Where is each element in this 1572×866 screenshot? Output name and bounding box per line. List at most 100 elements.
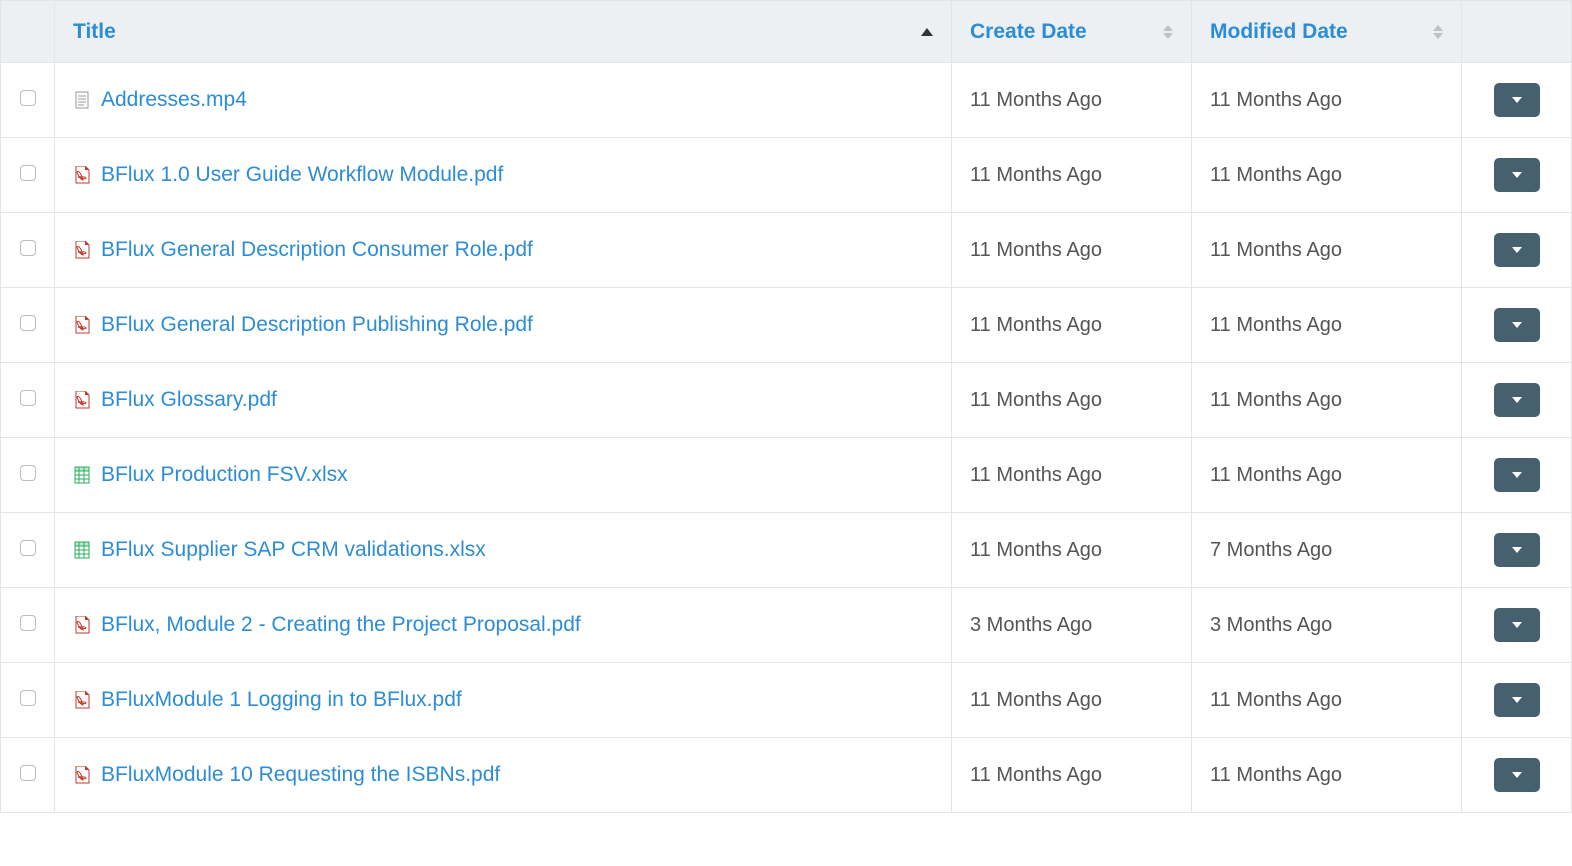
row-checkbox[interactable]: [20, 390, 36, 406]
table-row: BFlux Glossary.pdf11 Months Ago11 Months…: [1, 363, 1572, 438]
row-title-cell: BFlux, Module 2 - Creating the Project P…: [55, 588, 952, 663]
table-row: BFlux, Module 2 - Creating the Project P…: [1, 588, 1572, 663]
row-checkbox-cell: [1, 738, 55, 813]
header-create-date[interactable]: Create Date: [952, 1, 1192, 63]
row-create-date: 11 Months Ago: [952, 363, 1192, 438]
row-actions-cell: [1462, 213, 1572, 288]
file-title-link[interactable]: BFluxModule 10 Requesting the ISBNs.pdf: [101, 763, 500, 787]
row-create-date: 11 Months Ago: [952, 288, 1192, 363]
row-modified-date: 7 Months Ago: [1192, 513, 1462, 588]
header-title[interactable]: Title: [55, 1, 952, 63]
caret-down-icon: [1512, 247, 1522, 253]
row-checkbox[interactable]: [20, 90, 36, 106]
sort-inactive-icon: [1163, 25, 1173, 39]
row-actions-dropdown-button[interactable]: [1494, 158, 1540, 192]
row-modified-date: 11 Months Ago: [1192, 63, 1462, 138]
row-create-date: 11 Months Ago: [952, 438, 1192, 513]
row-actions-dropdown-button[interactable]: [1494, 383, 1540, 417]
row-checkbox-cell: [1, 438, 55, 513]
file-title-link[interactable]: BFlux General Description Publishing Rol…: [101, 313, 533, 337]
file-title-link[interactable]: BFlux Glossary.pdf: [101, 388, 277, 412]
row-checkbox-cell: [1, 288, 55, 363]
row-title-cell: BFlux Supplier SAP CRM validations.xlsx: [55, 513, 952, 588]
file-title-link[interactable]: BFlux, Module 2 - Creating the Project P…: [101, 613, 581, 637]
caret-down-icon: [1512, 97, 1522, 103]
row-checkbox[interactable]: [20, 540, 36, 556]
row-create-date: 11 Months Ago: [952, 663, 1192, 738]
sort-inactive-icon: [1433, 25, 1443, 39]
row-title-cell: BFlux General Description Publishing Rol…: [55, 288, 952, 363]
row-create-date: 3 Months Ago: [952, 588, 1192, 663]
row-actions-dropdown-button[interactable]: [1494, 233, 1540, 267]
xls-file-icon: [73, 465, 91, 485]
file-table-container: Title Create Date Modified Date: [0, 0, 1572, 813]
row-title-cell: BFlux Glossary.pdf: [55, 363, 952, 438]
row-actions-dropdown-button[interactable]: [1494, 83, 1540, 117]
caret-down-icon: [1512, 697, 1522, 703]
row-actions-dropdown-button[interactable]: [1494, 308, 1540, 342]
file-title-link[interactable]: BFluxModule 1 Logging in to BFlux.pdf: [101, 688, 462, 712]
caret-down-icon: [1512, 322, 1522, 328]
row-checkbox-cell: [1, 213, 55, 288]
row-checkbox-cell: [1, 513, 55, 588]
file-title-link[interactable]: BFlux Production FSV.xlsx: [101, 463, 348, 487]
file-table: Title Create Date Modified Date: [0, 0, 1572, 813]
table-row: BFluxModule 10 Requesting the ISBNs.pdf 1…: [1, 738, 1572, 813]
row-actions-cell: [1462, 513, 1572, 588]
row-checkbox[interactable]: [20, 765, 36, 781]
sort-ascending-icon: [921, 28, 933, 36]
row-checkbox[interactable]: [20, 315, 36, 331]
caret-down-icon: [1512, 472, 1522, 478]
row-title-cell: BFlux General Description Consumer Role.…: [55, 213, 952, 288]
row-actions-dropdown-button[interactable]: [1494, 608, 1540, 642]
row-actions-cell: [1462, 738, 1572, 813]
file-title-link[interactable]: BFlux General Description Consumer Role.…: [101, 238, 533, 262]
row-actions-dropdown-button[interactable]: [1494, 758, 1540, 792]
row-title-cell: BFluxModule 1 Logging in to BFlux.pdf: [55, 663, 952, 738]
row-create-date: 11 Months Ago: [952, 738, 1192, 813]
pdf-file-icon: [73, 240, 91, 260]
row-modified-date: 11 Months Ago: [1192, 288, 1462, 363]
pdf-file-icon: [73, 165, 91, 185]
caret-down-icon: [1512, 397, 1522, 403]
header-modified-date[interactable]: Modified Date: [1192, 1, 1462, 63]
table-row: BFlux General Description Publishing Rol…: [1, 288, 1572, 363]
row-actions-dropdown-button[interactable]: [1494, 533, 1540, 567]
row-create-date: 11 Months Ago: [952, 63, 1192, 138]
row-checkbox-cell: [1, 138, 55, 213]
table-row: BFlux General Description Consumer Role.…: [1, 213, 1572, 288]
header-checkbox-col: [1, 1, 55, 63]
row-checkbox-cell: [1, 63, 55, 138]
pdf-file-icon: [73, 315, 91, 335]
row-modified-date: 11 Months Ago: [1192, 663, 1462, 738]
row-modified-date: 11 Months Ago: [1192, 738, 1462, 813]
row-checkbox[interactable]: [20, 240, 36, 256]
row-actions-dropdown-button[interactable]: [1494, 683, 1540, 717]
row-modified-date: 11 Months Ago: [1192, 213, 1462, 288]
table-row: BFlux Production FSV.xlsx 11 Months Ago11…: [1, 438, 1572, 513]
row-actions-dropdown-button[interactable]: [1494, 458, 1540, 492]
row-title-cell: BFluxModule 10 Requesting the ISBNs.pdf: [55, 738, 952, 813]
row-modified-date: 11 Months Ago: [1192, 438, 1462, 513]
row-checkbox[interactable]: [20, 465, 36, 481]
row-checkbox[interactable]: [20, 690, 36, 706]
row-checkbox[interactable]: [20, 615, 36, 631]
row-title-cell: BFlux 1.0 User Guide Workflow Module.pdf: [55, 138, 952, 213]
row-modified-date: 11 Months Ago: [1192, 138, 1462, 213]
row-actions-cell: [1462, 588, 1572, 663]
table-header-row: Title Create Date Modified Date: [1, 1, 1572, 63]
row-create-date: 11 Months Ago: [952, 138, 1192, 213]
row-actions-cell: [1462, 363, 1572, 438]
table-row: BFlux 1.0 User Guide Workflow Module.pdf…: [1, 138, 1572, 213]
row-create-date: 11 Months Ago: [952, 513, 1192, 588]
row-title-cell: Addresses.mp4: [55, 63, 952, 138]
caret-down-icon: [1512, 772, 1522, 778]
row-actions-cell: [1462, 138, 1572, 213]
row-checkbox[interactable]: [20, 165, 36, 181]
table-row: Addresses.mp4 11 Months Ago11 Months Ago: [1, 63, 1572, 138]
file-title-link[interactable]: BFlux Supplier SAP CRM validations.xlsx: [101, 538, 486, 562]
file-title-link[interactable]: Addresses.mp4: [101, 88, 247, 112]
file-title-link[interactable]: BFlux 1.0 User Guide Workflow Module.pdf: [101, 163, 503, 187]
row-actions-cell: [1462, 663, 1572, 738]
pdf-file-icon: [73, 390, 91, 410]
